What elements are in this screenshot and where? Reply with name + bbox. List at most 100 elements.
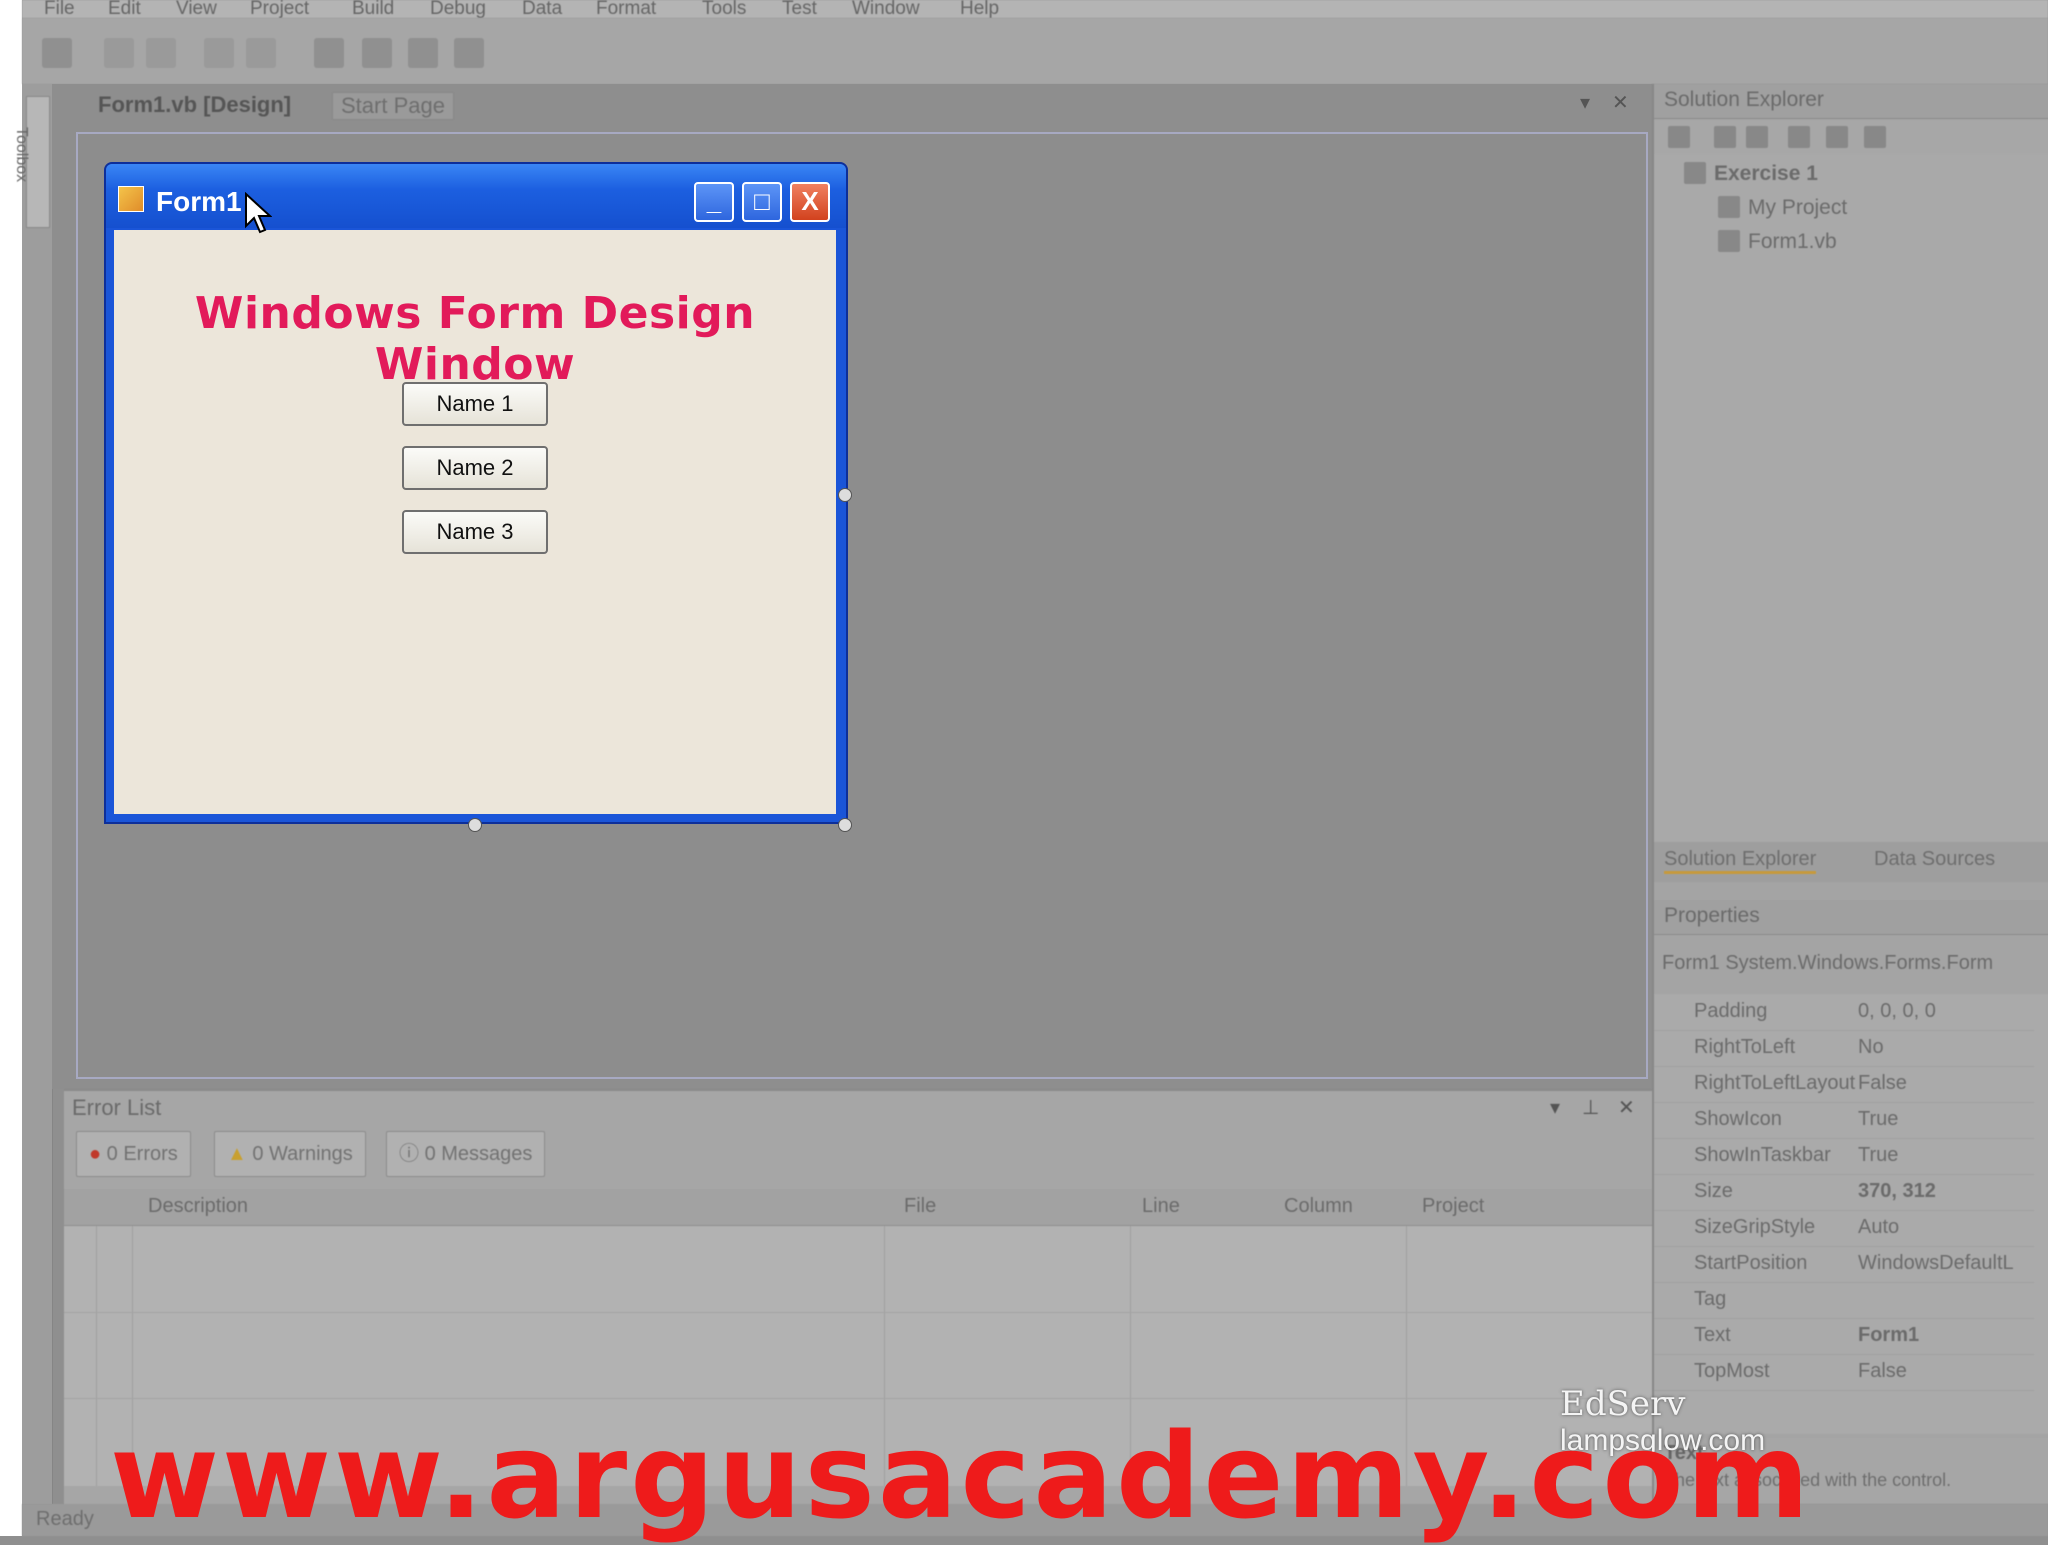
class-diagram-icon[interactable]	[1864, 126, 1886, 148]
solution-explorer-tree: Exercise 1 My Project Form1.vb	[1654, 154, 2048, 842]
resize-handle-corner[interactable]	[838, 818, 852, 832]
warnings-filter-label: 0 Warnings	[252, 1143, 353, 1165]
toolbox-tab[interactable]: Toolbox	[13, 96, 50, 228]
property-row[interactable]: Text Form1	[1654, 1318, 2034, 1355]
solution-explorer-icon[interactable]	[314, 38, 344, 68]
column-file[interactable]: File	[904, 1195, 936, 1218]
menu-help[interactable]: Help	[960, 0, 999, 20]
name3-button[interactable]: Name 3	[402, 510, 548, 554]
property-value[interactable]: True	[1858, 1144, 1898, 1167]
tab-form-design[interactable]: Form1.vb [Design]	[98, 92, 291, 118]
status-text: Ready	[36, 1508, 94, 1530]
form-titlebar[interactable]: Form1 _ □ X	[106, 164, 846, 228]
property-row[interactable]: SizeGripStyle Auto	[1654, 1210, 2034, 1247]
menu-view[interactable]: View	[176, 0, 217, 20]
property-name: Tag	[1694, 1288, 1727, 1310]
column-description[interactable]: Description	[148, 1195, 248, 1218]
property-row[interactable]: ShowInTaskbar True	[1654, 1138, 2034, 1175]
tab-solution-explorer[interactable]: Solution Explorer	[1664, 848, 1817, 874]
chevron-down-icon[interactable]: ▾	[1550, 1095, 1560, 1120]
undo-icon[interactable]	[104, 38, 134, 68]
property-name: ShowInTaskbar	[1694, 1144, 1831, 1166]
property-value[interactable]: True	[1858, 1108, 1898, 1131]
name1-button[interactable]: Name 1	[402, 382, 548, 426]
form-client-area[interactable]: Windows Form Design Window Name 1 Name 2…	[114, 230, 836, 814]
column-column[interactable]: Column	[1284, 1195, 1353, 1218]
view-designer-icon[interactable]	[1826, 126, 1848, 148]
menu-format[interactable]: Format	[596, 0, 656, 20]
property-value[interactable]: Form1	[1858, 1324, 1919, 1347]
properties-icon[interactable]	[1668, 126, 1690, 148]
tree-item-my-project[interactable]: My Project	[1748, 196, 1847, 220]
error-list-title: Error List	[72, 1095, 162, 1120]
menu-project[interactable]: Project	[250, 0, 309, 20]
minimize-button[interactable]: _	[694, 182, 734, 222]
tab-start-page[interactable]: Start Page	[332, 92, 454, 120]
property-row[interactable]: StartPosition WindowsDefaultL	[1654, 1246, 2034, 1283]
name2-button[interactable]: Name 2	[402, 446, 548, 490]
property-row[interactable]: RightToLeft No	[1654, 1030, 2034, 1067]
property-value[interactable]: Auto	[1858, 1216, 1899, 1239]
properties-icon[interactable]	[362, 38, 392, 68]
errors-filter-button[interactable]: ● 0 Errors	[76, 1131, 191, 1177]
property-value[interactable]: 0, 0, 0, 0	[1858, 1000, 1936, 1023]
menu-file[interactable]: File	[44, 0, 75, 20]
property-row[interactable]: Tag	[1654, 1282, 2034, 1319]
column-project[interactable]: Project	[1422, 1195, 1484, 1218]
property-value[interactable]: False	[1858, 1360, 1907, 1383]
maximize-button[interactable]: □	[742, 182, 782, 222]
property-name: TopMost	[1694, 1360, 1770, 1382]
property-name: StartPosition	[1694, 1252, 1808, 1274]
toolbox-label: Toolbox	[13, 127, 30, 183]
align-left-icon[interactable]	[204, 38, 234, 68]
property-row[interactable]: Padding 0, 0, 0, 0	[1654, 994, 2034, 1031]
menu-debug[interactable]: Debug	[430, 0, 486, 20]
property-row[interactable]: ShowIcon True	[1654, 1102, 2034, 1139]
menu-window[interactable]: Window	[852, 0, 920, 20]
menu-edit[interactable]: Edit	[108, 0, 141, 20]
warnings-filter-button[interactable]: ▲ 0 Warnings	[214, 1131, 366, 1177]
mouse-cursor-icon	[245, 192, 272, 234]
menu-test[interactable]: Test	[782, 0, 817, 20]
tree-item-project[interactable]: Exercise 1	[1714, 162, 1818, 186]
form-file-icon	[1718, 230, 1740, 252]
refresh-icon[interactable]	[1714, 126, 1736, 148]
messages-filter-button[interactable]: ⓘ 0 Messages	[386, 1131, 546, 1177]
form-window[interactable]: Form1 _ □ X Windows Form Design Window N…	[104, 162, 848, 824]
close-icon[interactable]: ✕	[1612, 90, 1629, 115]
property-value[interactable]: No	[1858, 1036, 1884, 1059]
property-name: RightToLeftLayout	[1694, 1072, 1856, 1094]
column-line[interactable]: Line	[1142, 1195, 1180, 1218]
property-row[interactable]: Size 370, 312	[1654, 1174, 2034, 1211]
new-project-icon[interactable]	[42, 38, 72, 68]
redo-icon[interactable]	[146, 38, 176, 68]
property-value[interactable]: 370, 312	[1858, 1180, 1936, 1203]
solution-explorer-tabs: Solution Explorer Data Sources	[1654, 842, 2048, 882]
info-icon: ⓘ	[399, 1143, 419, 1165]
property-row[interactable]: RightToLeftLayout False	[1654, 1066, 2034, 1103]
menu-tools[interactable]: Tools	[702, 0, 746, 20]
chevron-down-icon[interactable]: ▾	[1580, 90, 1590, 115]
property-value[interactable]: False	[1858, 1072, 1907, 1095]
menu-build[interactable]: Build	[352, 0, 394, 20]
property-value[interactable]: WindowsDefaultL	[1858, 1252, 2014, 1275]
view-code-icon[interactable]	[1788, 126, 1810, 148]
properties-object-selector[interactable]: Form1 System.Windows.Forms.Form	[1662, 952, 1993, 975]
tree-item-form1[interactable]: Form1.vb	[1748, 230, 1837, 254]
tab-data-sources[interactable]: Data Sources	[1874, 848, 1995, 871]
form-heading: Windows Form Design Window	[194, 288, 756, 390]
menu-data[interactable]: Data	[522, 0, 562, 20]
more-icon[interactable]	[454, 38, 484, 68]
toolbox-icon[interactable]	[408, 38, 438, 68]
warning-icon: ▲	[227, 1143, 247, 1165]
resize-handle-right[interactable]	[838, 488, 852, 502]
pin-icon[interactable]: ⊥	[1582, 1095, 1599, 1120]
resize-handle-bottom[interactable]	[468, 818, 482, 832]
show-all-icon[interactable]	[1746, 126, 1768, 148]
property-name: Text	[1694, 1324, 1731, 1346]
form-title: Form1	[156, 186, 242, 217]
error-icon: ●	[89, 1143, 102, 1165]
close-button[interactable]: X	[790, 182, 830, 222]
close-icon[interactable]: ✕	[1618, 1095, 1635, 1120]
align-right-icon[interactable]	[246, 38, 276, 68]
